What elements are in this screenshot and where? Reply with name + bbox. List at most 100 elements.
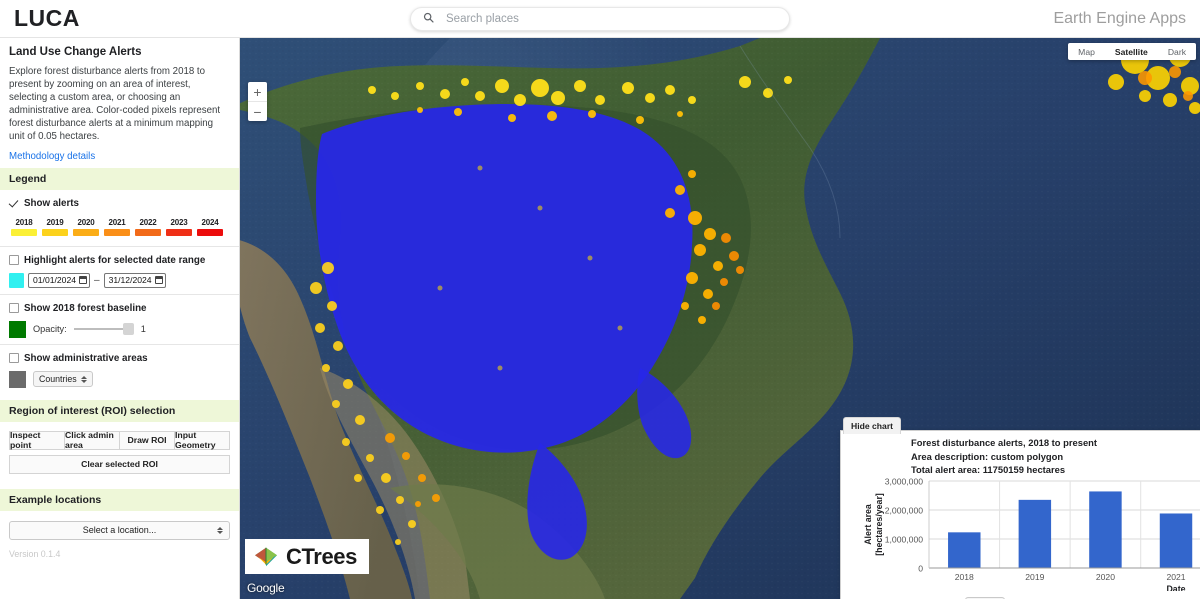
click-admin-area-button[interactable]: Click admin area (64, 430, 120, 450)
legend-year-item: 2019 (42, 218, 68, 236)
date-start-input[interactable]: 01/01/2024 (28, 272, 91, 288)
date-separator: – (94, 274, 100, 286)
admin-checkbox[interactable] (9, 353, 19, 364)
legend-year-swatch (42, 228, 68, 236)
y-axis-tick-label: 0 (918, 563, 923, 573)
version-label: Version 0.1.4 (9, 548, 61, 559)
slider-knob[interactable] (122, 323, 134, 336)
legend-year-swatch (73, 228, 99, 236)
map-type-map[interactable]: Map (1068, 43, 1105, 60)
page-title: Land Use Change Alerts (9, 46, 142, 58)
legend-year-swatches: 2018 2019 2020 2021 2022 2023 2024 (11, 218, 230, 236)
x-axis-title: Date (1166, 584, 1185, 591)
legend-year-item: 2022 (135, 218, 161, 236)
y-axis-title: Alert area (863, 504, 873, 545)
legend-year-item: 2018 (11, 218, 37, 236)
chevron-updown-icon (217, 526, 223, 534)
map-canvas[interactable]: Map Satellite Dark + − CTrees Google Key… (240, 38, 1200, 599)
baseline-checkbox[interactable] (9, 303, 19, 314)
hide-chart-button[interactable]: Hide chart (843, 417, 902, 434)
chart-bar[interactable] (1018, 499, 1052, 568)
legend-year-label: 2020 (77, 217, 95, 227)
baseline-row[interactable]: Show 2018 forest baseline (9, 303, 230, 314)
zoom-out-button[interactable]: − (248, 102, 267, 121)
zoom-in-button[interactable]: + (248, 82, 267, 101)
highlight-color-swatch (9, 272, 24, 288)
map-type-switcher[interactable]: Map Satellite Dark (1068, 43, 1196, 60)
x-axis-tick-label: 2018 (955, 572, 974, 582)
ctrees-label: CTrees (286, 543, 357, 569)
description-text: Explore forest disturbance alerts from 2… (9, 66, 221, 143)
chart-footer: Time aggregation interval: Year (841, 593, 1200, 599)
x-axis-tick-label: 2020 (1096, 572, 1115, 582)
show-alerts-row[interactable]: Show alerts (9, 198, 230, 209)
search-icon (423, 12, 434, 26)
legend-year-label: 2023 (170, 217, 188, 227)
admin-row[interactable]: Show administrative areas (9, 353, 230, 364)
highlight-checkbox[interactable] (9, 255, 19, 266)
sidebar-intro: Land Use Change Alerts Explore forest di… (0, 38, 239, 168)
legend-year-item: 2024 (197, 218, 223, 236)
baseline-section: Show 2018 forest baseline Opacity: 1 (0, 295, 239, 344)
map-type-dark[interactable]: Dark (1158, 43, 1196, 60)
opacity-value: 1 (140, 324, 146, 335)
admin-color-swatch (9, 370, 26, 388)
chart-bar[interactable] (948, 532, 981, 568)
chart-panel: Forest disturbance alerts, 2018 to prese… (840, 430, 1200, 599)
draw-roi-button[interactable]: Draw ROI (119, 430, 175, 450)
y-axis-tick-label: 2,000,000 (885, 505, 923, 515)
opacity-slider[interactable] (73, 322, 134, 336)
roi-heading: Region of interest (ROI) selection (0, 399, 239, 422)
chart-bar[interactable] (1159, 513, 1193, 568)
legend-year-label: 2018 (15, 217, 33, 227)
show-alerts-checkbox[interactable] (9, 198, 19, 209)
baseline-label: Show 2018 forest baseline (24, 302, 147, 314)
search-box[interactable] (410, 6, 790, 31)
legend-year-item: 2020 (73, 218, 99, 236)
show-alerts-label: Show alerts (24, 197, 79, 209)
highlight-label: Highlight alerts for selected date range (24, 254, 206, 266)
top-bar: LUCA Earth Engine Apps (0, 0, 1200, 38)
legend-year-item: 2023 (166, 218, 192, 236)
legend-year-label: 2022 (139, 217, 157, 227)
map-type-satellite[interactable]: Satellite (1105, 43, 1158, 60)
zoom-controls[interactable]: + − (248, 82, 267, 121)
google-watermark: Google (247, 581, 285, 595)
legend-year-item: 2021 (104, 218, 130, 236)
example-location-value: Select a location... (82, 525, 157, 536)
admin-label: Show administrative areas (24, 352, 148, 364)
legend-year-swatch (11, 228, 37, 236)
search-input[interactable] (444, 11, 777, 26)
clear-roi-button[interactable]: Clear selected ROI (9, 454, 230, 474)
legend-year-swatch (197, 228, 223, 236)
highlight-row[interactable]: Highlight alerts for selected date range (9, 255, 230, 266)
admin-section: Show administrative areas Countries (0, 345, 239, 394)
legend-section: Show alerts 2018 2019 2020 2021 2022 202… (0, 190, 239, 246)
date-start-value: 01/01/2024 (33, 275, 77, 286)
date-end-value: 31/12/2024 (108, 275, 152, 286)
calendar-icon (154, 276, 163, 285)
x-axis-tick-label: 2019 (1025, 572, 1044, 582)
legend-year-label: 2021 (108, 217, 126, 227)
example-location-select[interactable]: Select a location... (9, 520, 230, 540)
admin-area-select[interactable]: Countries (33, 371, 93, 388)
methodology-link[interactable]: Methodology details (9, 151, 95, 162)
inspect-point-button[interactable]: Inspect point (9, 430, 65, 450)
date-end-input[interactable]: 31/12/2024 (103, 272, 166, 288)
opacity-label: Opacity: (33, 324, 67, 335)
legend-year-swatch (104, 228, 130, 236)
ctrees-logo: CTrees (245, 539, 369, 574)
opacity-row: Opacity: 1 (9, 320, 230, 338)
app-brand: LUCA (14, 5, 80, 31)
legend-year-swatch (135, 228, 161, 236)
input-geometry-button[interactable]: Input Geometry (174, 430, 230, 450)
date-range-row: 01/01/2024 – 31/12/2024 (9, 272, 230, 288)
chart-bar[interactable] (1089, 491, 1122, 568)
y-axis-tick-label: 3,000,000 (885, 476, 923, 486)
earth-engine-apps-label: Earth Engine Apps (1053, 9, 1186, 27)
legend-year-swatch (166, 228, 192, 236)
y-axis-tick-label: 1,000,000 (885, 534, 923, 544)
baseline-color-swatch (9, 320, 26, 338)
y-axis-title: [hectares/year] (874, 493, 884, 556)
calendar-icon (79, 276, 88, 285)
